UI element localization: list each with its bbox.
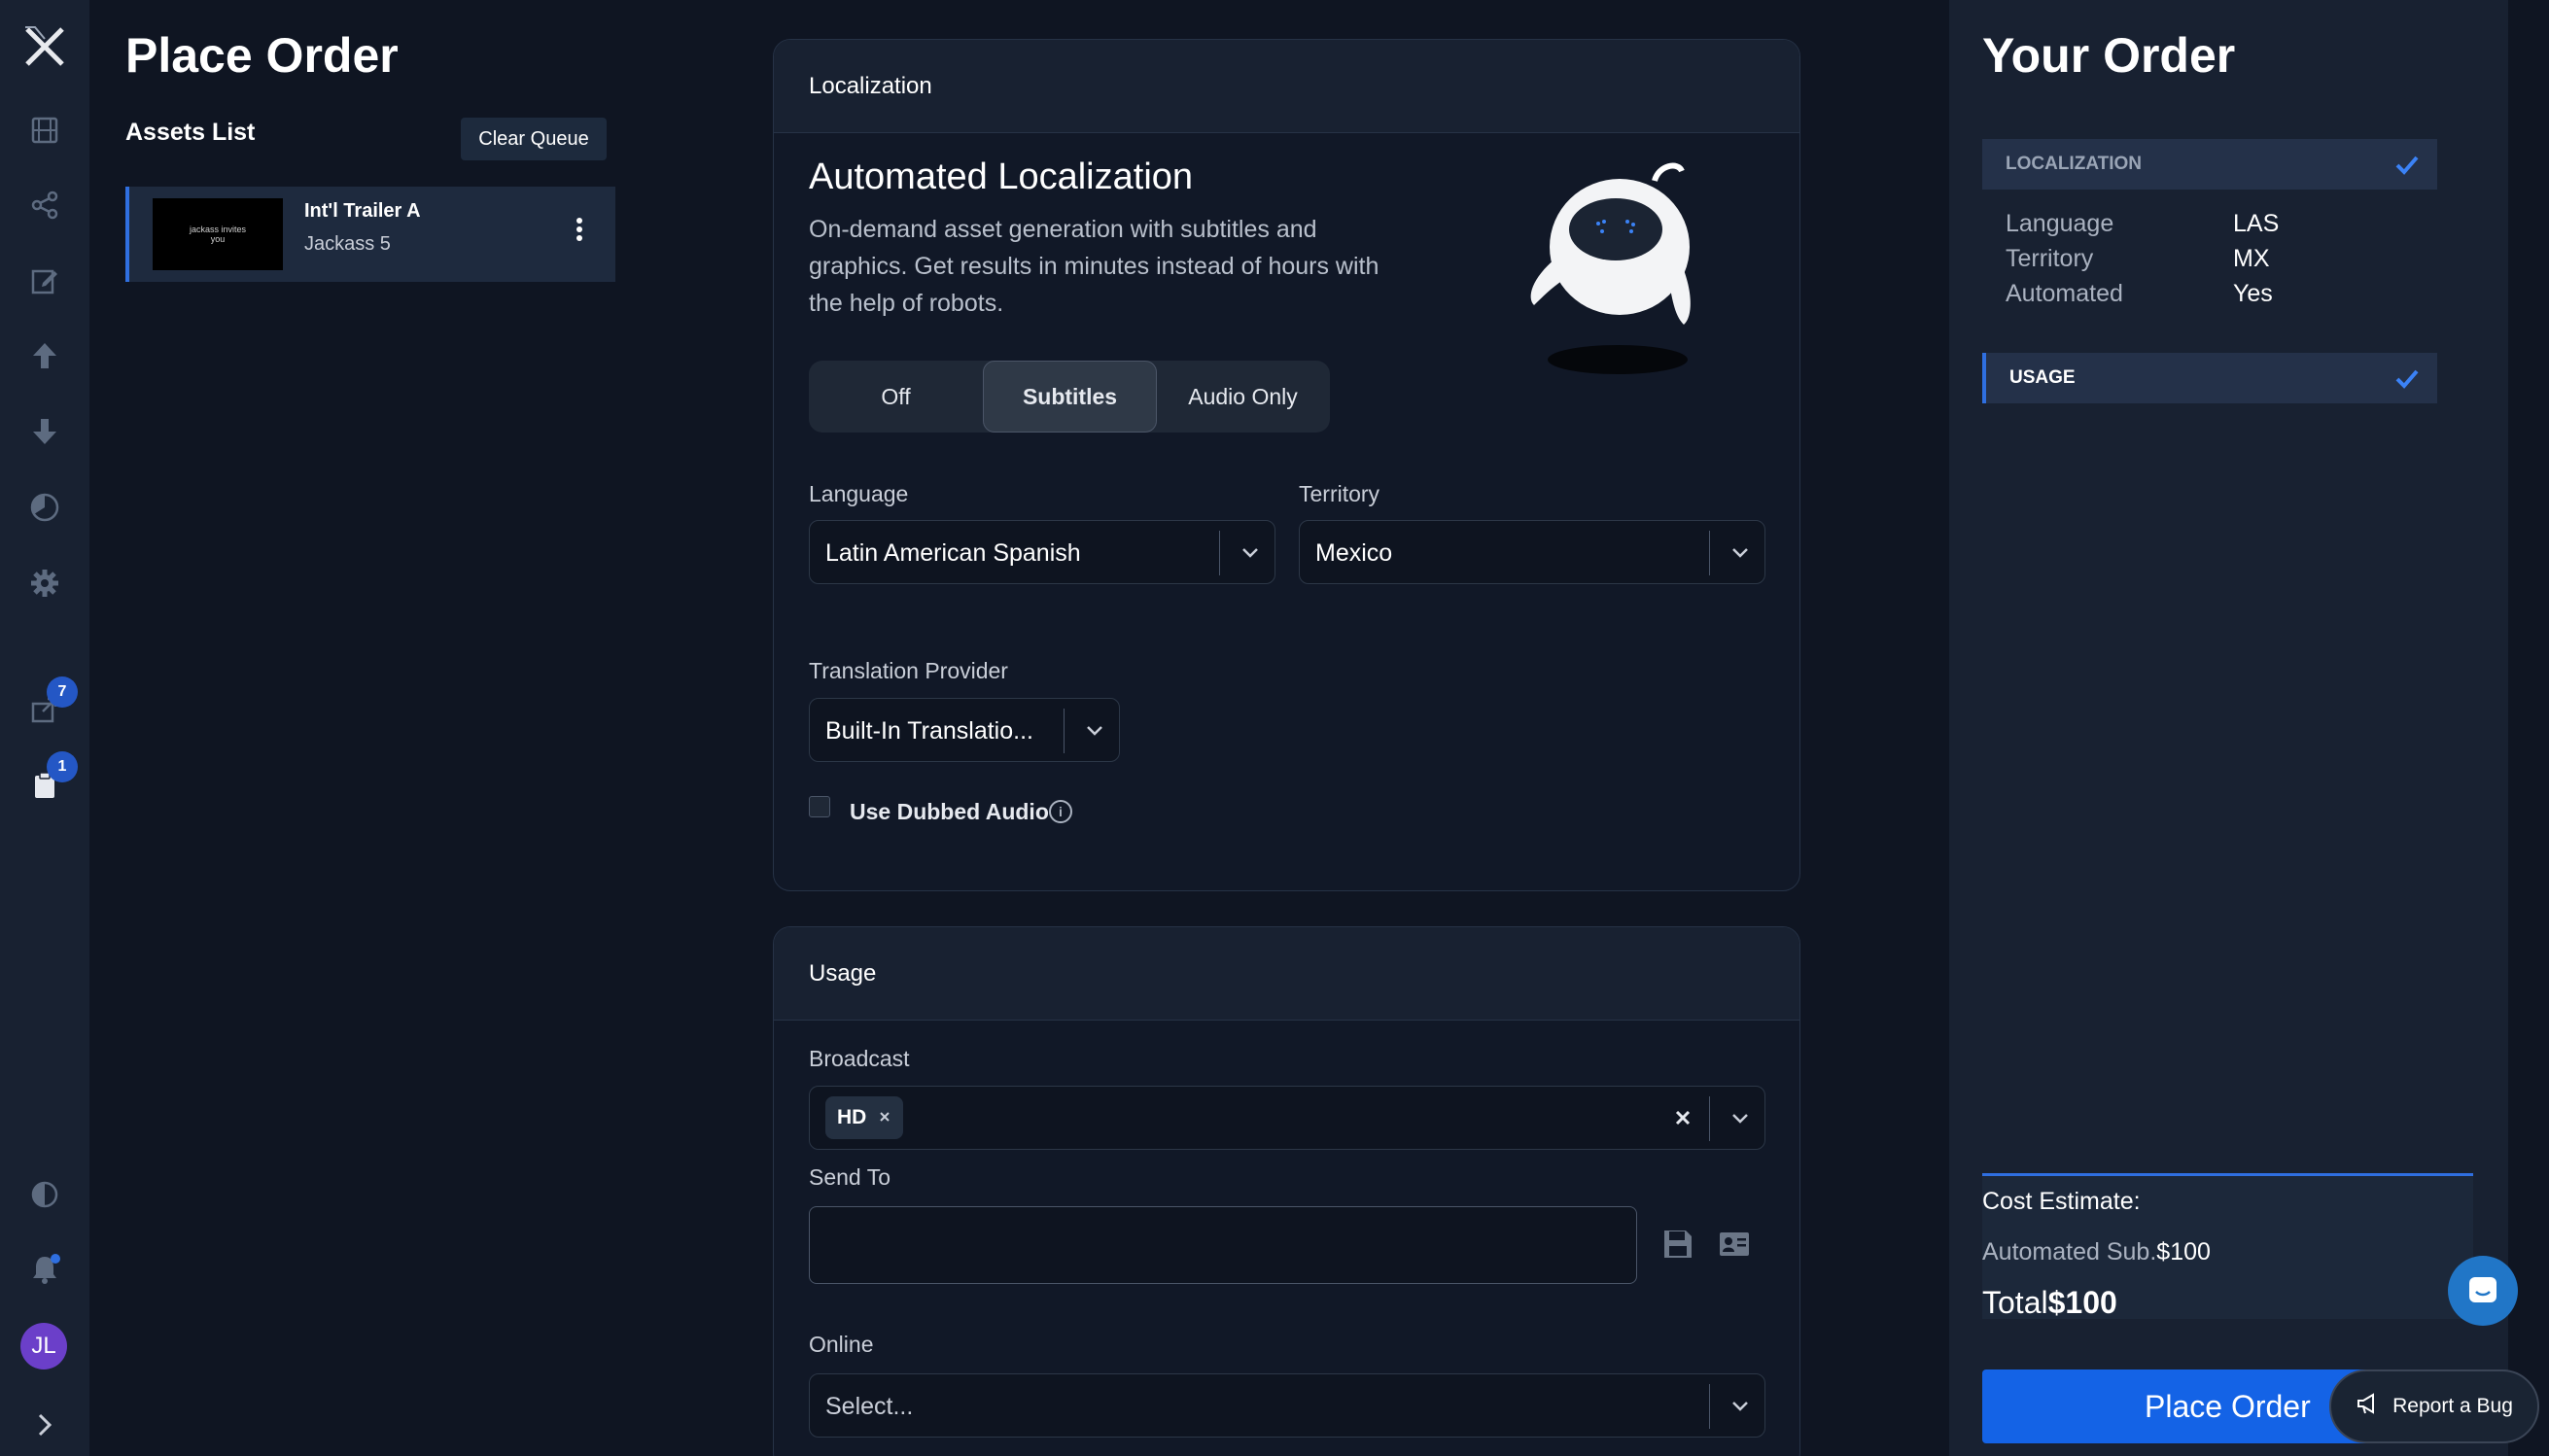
mode-audio-only-button[interactable]: Audio Only [1156, 361, 1330, 433]
pie-chart-icon[interactable] [25, 488, 64, 527]
territory-select[interactable]: Mexico [1299, 520, 1765, 584]
online-select[interactable]: Select... [809, 1373, 1765, 1438]
line-item-label: Automated Sub. [1982, 1238, 2157, 1265]
summary-detail-value: LAS [2233, 210, 2280, 237]
page-title: Place Order [125, 28, 399, 83]
download-icon[interactable] [25, 412, 64, 451]
remove-tag-icon[interactable] [878, 1106, 891, 1129]
assets-list-title: Assets List [125, 119, 256, 146]
broadcast-select[interactable]: HD [809, 1086, 1765, 1150]
summary-section-label: LOCALIZATION [2006, 154, 2143, 174]
chevron-down-icon[interactable] [1725, 537, 1756, 568]
info-icon[interactable]: i [1049, 800, 1072, 823]
language-select[interactable]: Latin American Spanish [809, 520, 1275, 584]
select-divider [1064, 709, 1065, 753]
save-icon[interactable] [1660, 1227, 1695, 1262]
megaphone-icon [2356, 1391, 2381, 1422]
summary-detail-key: Automated [2006, 280, 2123, 307]
localization-mode-toggle: Off Subtitles Audio Only [809, 361, 1330, 433]
localization-panel-title: Localization [774, 40, 1799, 133]
summary-section-localization[interactable]: LOCALIZATION [1982, 139, 2437, 190]
order-summary: Your Order LOCALIZATION Language LAS Ter… [1949, 0, 2508, 1456]
more-options-icon[interactable] [565, 210, 594, 249]
line-item-value: $100 [2156, 1238, 2211, 1265]
robot-illustration [1522, 152, 1707, 385]
mode-off-button[interactable]: Off [809, 361, 983, 433]
select-divider [1709, 1096, 1710, 1141]
broadcast-tag-label: HD [837, 1106, 867, 1128]
film-icon[interactable] [25, 111, 64, 150]
total: Total$100 [1982, 1285, 2117, 1321]
usage-panel: Usage Broadcast HD Send To Online Select… [773, 926, 1800, 1456]
chevron-down-icon[interactable] [1725, 1390, 1756, 1421]
clear-icon[interactable] [1669, 1104, 1696, 1131]
online-placeholder: Select... [825, 1393, 914, 1420]
online-label: Online [809, 1332, 874, 1357]
summary-section-usage[interactable]: USAGE [1982, 353, 2437, 403]
chevron-down-icon[interactable] [1235, 537, 1266, 568]
localization-panel: Localization Automated Localization On-d… [773, 39, 1800, 891]
usage-panel-title: Usage [774, 927, 1799, 1021]
clear-queue-button[interactable]: Clear Queue [461, 118, 607, 160]
translation-provider-select[interactable]: Built-In Translatio... [809, 698, 1120, 762]
cost-estimate-label: Cost Estimate: [1982, 1188, 2141, 1215]
asset-thumbnail: jackass invites you [153, 198, 283, 270]
select-divider [1709, 531, 1710, 575]
use-dubbed-audio-checkbox[interactable] [809, 796, 830, 817]
chevron-down-icon[interactable] [1079, 714, 1110, 745]
use-dubbed-audio-label: Use Dubbed Audio [850, 799, 1049, 824]
address-book-icon[interactable] [1717, 1227, 1752, 1262]
line-item: Automated Sub.$100 [1982, 1238, 2211, 1266]
share-icon[interactable] [25, 186, 64, 225]
language-label: Language [809, 481, 909, 506]
checkmark-icon [2394, 153, 2420, 176]
summary-detail-value: MX [2233, 245, 2270, 272]
summary-detail-key: Territory [2006, 245, 2094, 272]
gear-icon[interactable] [25, 564, 64, 603]
localization-description: On-demand asset generation with subtitle… [809, 216, 1379, 317]
total-label: Total [1982, 1285, 2048, 1320]
upload-icon[interactable] [25, 336, 64, 375]
cost-estimate: Cost Estimate: Automated Sub.$100 Total$… [1982, 1173, 2473, 1321]
translation-provider-value: Built-In Translatio... [825, 717, 1033, 745]
app-logo[interactable] [19, 21, 70, 72]
expand-icon[interactable] [25, 1405, 64, 1444]
asset-title: Jackass 5 [304, 233, 391, 255]
total-value: $100 [2047, 1285, 2117, 1320]
avatar[interactable]: JL [20, 1323, 67, 1369]
select-divider [1219, 531, 1220, 575]
checkmark-icon [2394, 366, 2420, 390]
queue-badge: 1 [47, 751, 78, 782]
send-to-input[interactable] [809, 1206, 1637, 1284]
asset-thumbnail-text: jackass invites you [189, 225, 247, 244]
mode-subtitles-button[interactable]: Subtitles [983, 361, 1157, 433]
contrast-icon[interactable] [25, 1175, 64, 1214]
territory-value: Mexico [1315, 539, 1393, 567]
report-bug-label: Report a Bug [2392, 1395, 2513, 1417]
report-bug-button[interactable]: Report a Bug [2329, 1369, 2539, 1443]
language-value: Latin American Spanish [825, 539, 1081, 567]
send-to-label: Send To [809, 1164, 890, 1190]
asset-name: Int'l Trailer A [304, 200, 421, 222]
summary-detail-key: Language [2006, 210, 2114, 237]
nav-rail: 7 1 JL [0, 0, 89, 1456]
bell-icon[interactable] [25, 1250, 64, 1289]
chevron-down-icon[interactable] [1725, 1102, 1756, 1133]
territory-label: Territory [1299, 481, 1380, 506]
translation-provider-label: Translation Provider [809, 658, 1008, 683]
export-badge: 7 [47, 676, 78, 708]
automated-localization-heading: Automated Localization [809, 156, 1194, 197]
summary-detail-value: Yes [2233, 280, 2273, 307]
broadcast-label: Broadcast [809, 1046, 910, 1071]
select-divider [1709, 1384, 1710, 1429]
asset-card[interactable]: jackass invites you Int'l Trailer A Jack… [125, 187, 615, 282]
chat-button[interactable] [2448, 1256, 2518, 1326]
your-order-title: Your Order [1982, 28, 2236, 83]
edit-icon[interactable] [25, 261, 64, 300]
summary-section-label: USAGE [2009, 367, 2076, 388]
broadcast-tag: HD [825, 1096, 904, 1139]
